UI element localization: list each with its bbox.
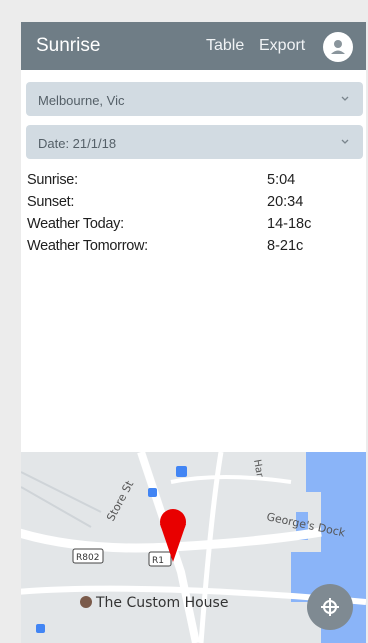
info-row-sunrise: Sunrise: 5:04 — [27, 172, 357, 194]
app-bar: Sunrise Table Export — [21, 22, 366, 70]
route-shield: R1 — [152, 556, 164, 566]
chevron-down-icon — [341, 96, 349, 101]
app-frame: Sunrise Table Export Melbourne, Vic Date… — [21, 22, 366, 643]
info-row-weather-today: Weather Today: 14-18c — [27, 216, 357, 238]
info-value: 20:34 — [267, 194, 304, 210]
locate-icon — [321, 598, 339, 616]
route-shield: R802 — [76, 553, 99, 563]
info-label: Sunset: — [27, 194, 75, 210]
info-label: Weather Tomorrow: — [27, 238, 148, 254]
info-label: Weather Today: — [27, 216, 124, 232]
info-value: 5:04 — [267, 172, 296, 188]
avatar[interactable] — [323, 32, 353, 62]
chevron-down-icon — [341, 139, 349, 144]
info-value: 8-21c — [267, 238, 304, 254]
date-value: Date: 21/1/18 — [38, 136, 117, 151]
location-select[interactable]: Melbourne, Vic — [26, 82, 363, 116]
info-label: Sunrise: — [27, 172, 78, 188]
info-row-weather-tomorrow: Weather Tomorrow: 8-21c — [27, 238, 357, 260]
info-row-sunset: Sunset: 20:34 — [27, 194, 357, 216]
info-list: Sunrise: 5:04 Sunset: 20:34 Weather Toda… — [27, 172, 357, 260]
table-link[interactable]: Table — [206, 37, 244, 55]
info-value: 14-18c — [267, 216, 312, 232]
location-value: Melbourne, Vic — [38, 93, 125, 108]
user-icon — [331, 40, 345, 54]
app-title: Sunrise — [36, 35, 101, 56]
date-select[interactable]: Date: 21/1/18 — [26, 125, 363, 159]
export-link[interactable]: Export — [259, 37, 305, 55]
locate-button[interactable] — [307, 584, 353, 630]
poi-label: The Custom House — [95, 595, 228, 611]
